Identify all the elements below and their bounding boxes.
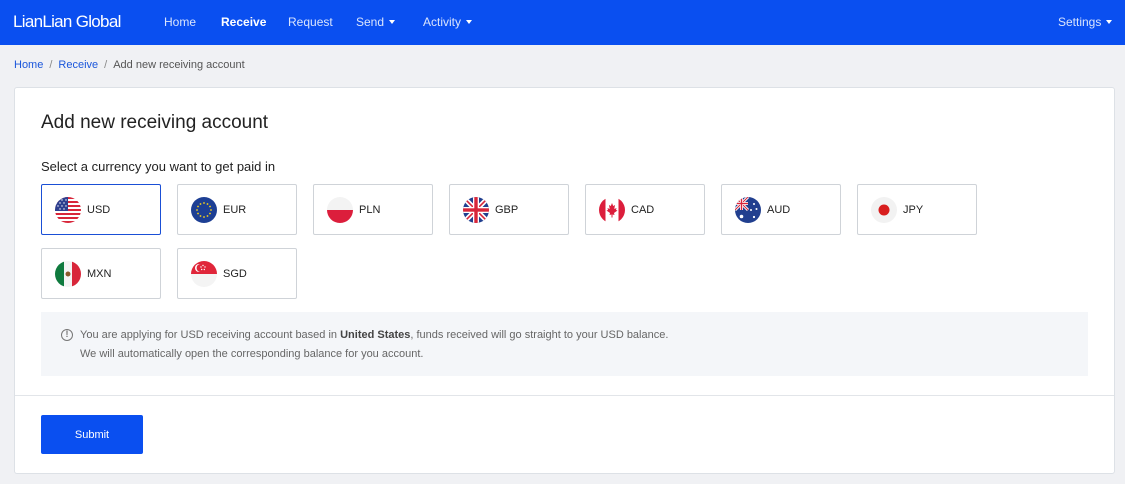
nav-send-label: Send (356, 15, 385, 29)
breadcrumb-separator: / (49, 59, 53, 71)
currency-code: USD (87, 204, 111, 216)
nav-request[interactable]: Request (288, 15, 333, 29)
currency-code: CAD (631, 204, 655, 216)
divider (15, 395, 1114, 396)
info-text-post: , funds received will go straight to you… (410, 329, 669, 341)
nav-activity-label: Activity (423, 15, 462, 29)
au-flag-icon (735, 197, 761, 223)
page-title: Add new receiving account (41, 112, 269, 133)
info-country: United States (340, 329, 411, 341)
logo[interactable]: LianLian Global (13, 12, 121, 32)
info-icon (61, 329, 73, 341)
breadcrumb: Home / Receive / Add new receiving account (14, 59, 245, 71)
currency-code: SGD (223, 268, 247, 280)
currency-option-usd[interactable]: USD (41, 184, 161, 235)
breadcrumb-separator: / (104, 59, 108, 71)
breadcrumb-receive[interactable]: Receive (58, 59, 98, 71)
nav-home[interactable]: Home (164, 15, 196, 29)
eu-flag-icon (191, 197, 217, 223)
info-box: You are applying for USD receiving accou… (41, 312, 1088, 376)
currency-option-sgd[interactable]: SGD (177, 248, 297, 299)
add-account-card: Add new receiving account Select a curre… (14, 87, 1115, 474)
ca-flag-icon (599, 197, 625, 223)
pl-flag-icon (327, 197, 353, 223)
info-note: We will automatically open the correspon… (80, 348, 424, 360)
nav-send[interactable]: Send (356, 15, 396, 29)
nav-settings[interactable]: Settings (1058, 15, 1113, 29)
submit-button[interactable]: Submit (41, 415, 143, 454)
us-flag-icon (55, 197, 81, 223)
nav-activity[interactable]: Activity (423, 15, 473, 29)
currency-code: MXN (87, 268, 112, 280)
gb-flag-icon (463, 197, 489, 223)
nav-settings-label: Settings (1058, 15, 1102, 29)
top-navbar: LianLian Global Home Receive Request Sen… (0, 0, 1125, 45)
chevron-down-icon (389, 19, 396, 24)
breadcrumb-current: Add new receiving account (113, 59, 245, 71)
info-message: You are applying for USD receiving accou… (80, 329, 668, 341)
nav-receive[interactable]: Receive (221, 15, 266, 29)
jp-flag-icon (871, 197, 897, 223)
currency-option-gbp[interactable]: GBP (449, 184, 569, 235)
info-text-pre: You are applying for USD receiving accou… (80, 329, 341, 341)
sg-flag-icon (191, 261, 217, 287)
currency-option-jpy[interactable]: JPY (857, 184, 977, 235)
breadcrumb-home[interactable]: Home (14, 59, 43, 71)
chevron-down-icon (1106, 19, 1113, 24)
currency-option-eur[interactable]: EUR (177, 184, 297, 235)
currency-option-aud[interactable]: AUD (721, 184, 841, 235)
currency-option-mxn[interactable]: MXN (41, 248, 161, 299)
currency-code: PLN (359, 204, 381, 216)
currency-code: EUR (223, 204, 247, 216)
currency-code: GBP (495, 204, 519, 216)
currency-code: JPY (903, 204, 924, 216)
mx-flag-icon (55, 261, 81, 287)
currency-option-pln[interactable]: PLN (313, 184, 433, 235)
currency-option-cad[interactable]: CAD (585, 184, 705, 235)
currency-code: AUD (767, 204, 791, 216)
currency-prompt: Select a currency you want to get paid i… (41, 159, 276, 174)
chevron-down-icon (466, 19, 473, 24)
